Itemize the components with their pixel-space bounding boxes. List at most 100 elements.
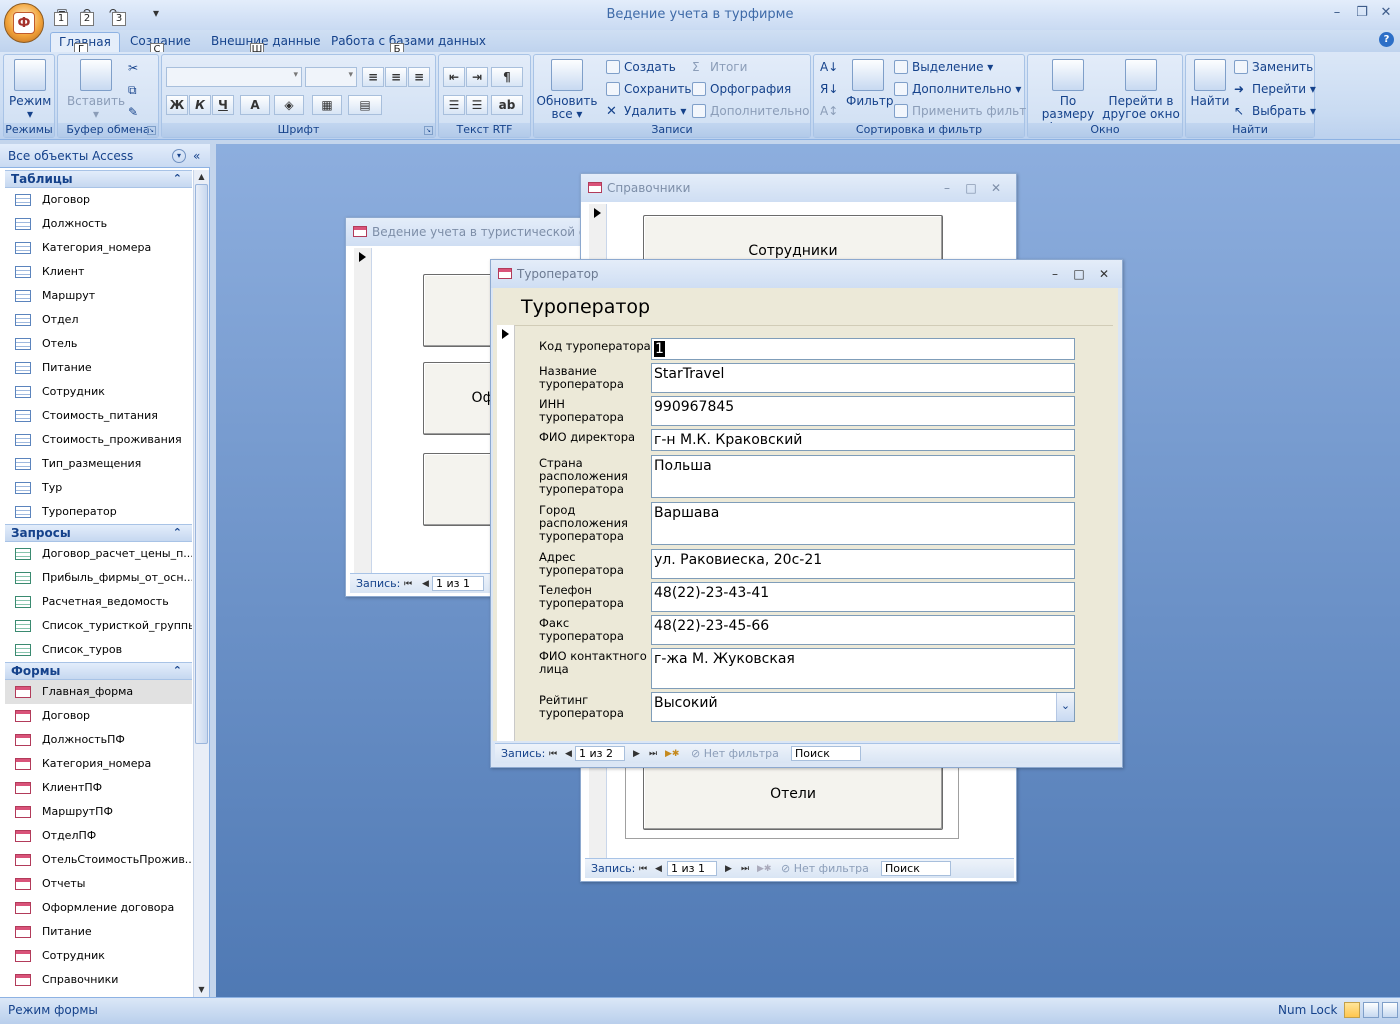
maximize-icon[interactable]: □ bbox=[963, 174, 979, 202]
nav-group-header[interactable]: Формы ⌃ bbox=[5, 662, 192, 680]
nav-item-table[interactable]: Тип_размещения bbox=[5, 452, 192, 476]
apply-filter-button[interactable]: Применить фильтр bbox=[894, 102, 1034, 120]
nav-item-form[interactable]: Категория_номера bbox=[5, 752, 192, 776]
chevron-down-icon[interactable]: ▾ bbox=[172, 149, 186, 163]
maximize-icon[interactable]: □ bbox=[1071, 260, 1087, 288]
scroll-down-icon[interactable]: ▼ bbox=[194, 983, 209, 997]
scroll-thumb[interactable] bbox=[195, 184, 208, 744]
nav-item-table[interactable]: Стоимость_питания bbox=[5, 404, 192, 428]
nav-item-query[interactable]: Прибыль_фирмы_от_осн... bbox=[5, 566, 192, 590]
clear-sort-icon[interactable]: A↕ bbox=[820, 102, 838, 120]
italic-button[interactable]: К bbox=[189, 95, 211, 115]
sort-ascending-icon[interactable]: A↓ bbox=[820, 58, 838, 76]
delete-record-button[interactable]: ✕ Удалить ▾ bbox=[606, 102, 686, 120]
nav-item-form[interactable]: ОтельСтоимостьПрожив... bbox=[5, 848, 192, 872]
font-name-combo[interactable] bbox=[166, 67, 302, 87]
form-view-icon[interactable] bbox=[1344, 1002, 1360, 1018]
field-input[interactable]: ул. Раковиеска, 20с-21 bbox=[651, 549, 1075, 579]
view-mode-button[interactable]: Режим ▾ bbox=[9, 59, 51, 121]
prev-record-icon[interactable]: ◀ bbox=[422, 575, 429, 593]
text-direction-icon[interactable]: ¶ bbox=[491, 67, 523, 87]
field-input[interactable]: г-жа М. Жуковская bbox=[651, 648, 1075, 689]
collapse-group-icon[interactable]: ⌃ bbox=[173, 525, 182, 541]
record-selector[interactable] bbox=[497, 325, 515, 741]
font-launcher-icon[interactable]: ↘ bbox=[424, 126, 433, 135]
collapse-pane-icon[interactable]: « bbox=[193, 144, 200, 168]
format-painter-icon[interactable]: ✎ bbox=[128, 103, 138, 121]
help-icon[interactable]: ? bbox=[1379, 32, 1394, 47]
nav-item-table[interactable]: Стоимость_проживания bbox=[5, 428, 192, 452]
last-record-icon[interactable]: ⏭ bbox=[649, 745, 657, 763]
font-size-combo[interactable] bbox=[305, 67, 357, 87]
nav-item-form[interactable]: Сотрудник bbox=[5, 944, 192, 968]
chevron-down-icon[interactable]: ⌄ bbox=[1056, 693, 1074, 721]
alt-row-color-icon[interactable]: ▤ bbox=[348, 95, 382, 115]
nav-item-table[interactable]: Категория_номера bbox=[5, 236, 192, 260]
nav-item-form[interactable]: ДолжностьПФ bbox=[5, 728, 192, 752]
bullets-icon[interactable]: ☰ bbox=[466, 95, 488, 115]
prev-record-icon[interactable]: ◀ bbox=[565, 745, 572, 763]
no-filter-indicator[interactable]: ⊘ Нет фильтра bbox=[691, 745, 779, 763]
clipboard-launcher-icon[interactable]: ↘ bbox=[147, 126, 156, 135]
first-record-icon[interactable]: ⏮ bbox=[549, 745, 557, 763]
nav-item-form[interactable]: МаршрутПФ bbox=[5, 800, 192, 824]
field-input[interactable]: Польша bbox=[651, 455, 1075, 498]
minimize-icon[interactable]: – bbox=[939, 174, 955, 202]
nav-item-query[interactable]: Список_туристкой_группы bbox=[5, 614, 192, 638]
nav-item-table[interactable]: Отдел bbox=[5, 308, 192, 332]
close-icon[interactable]: ✕ bbox=[1096, 260, 1112, 288]
nav-group-header[interactable]: Запросы ⌃ bbox=[5, 524, 192, 542]
nav-item-table[interactable]: Маршрут bbox=[5, 284, 192, 308]
field-input[interactable]: 1 bbox=[651, 338, 1075, 360]
next-record-icon[interactable]: ▶ bbox=[633, 745, 640, 763]
new-record-icon[interactable]: ▶✱ bbox=[665, 745, 679, 763]
refresh-all-button[interactable]: Обновить все ▾ bbox=[536, 59, 598, 121]
tab-database-tools[interactable]: Работа с базами данных bbox=[323, 32, 494, 52]
nav-item-form[interactable]: Главная_форма bbox=[5, 680, 192, 704]
nav-item-form[interactable]: Договор bbox=[5, 704, 192, 728]
nav-item-form[interactable]: Питание bbox=[5, 920, 192, 944]
close-icon[interactable]: ✕ bbox=[1378, 5, 1394, 20]
new-record-icon[interactable]: ▶✱ bbox=[757, 860, 771, 878]
nav-item-table[interactable]: Туроператор bbox=[5, 500, 192, 524]
no-filter-indicator[interactable]: ⊘ Нет фильтра bbox=[781, 860, 869, 878]
search-input[interactable]: Поиск bbox=[881, 861, 951, 876]
more-records-button[interactable]: Дополнительно ▾ bbox=[692, 102, 819, 120]
font-color-button[interactable]: А bbox=[240, 95, 270, 115]
replace-button[interactable]: Заменить bbox=[1234, 58, 1313, 76]
design-view-icon[interactable] bbox=[1382, 1002, 1398, 1018]
nav-item-form[interactable]: Отчеты bbox=[5, 872, 192, 896]
align-center-icon[interactable]: ≡ bbox=[385, 67, 407, 87]
goto-button[interactable]: ➜ Перейти ▾ bbox=[1234, 80, 1316, 98]
nav-item-table[interactable]: Питание bbox=[5, 356, 192, 380]
bold-button[interactable]: Ж bbox=[166, 95, 188, 115]
nav-item-form[interactable]: Справочники bbox=[5, 968, 192, 992]
nav-item-query[interactable]: Список_туров bbox=[5, 638, 192, 662]
cut-icon[interactable]: ✂ bbox=[128, 59, 138, 77]
nav-item-table[interactable]: Отель bbox=[5, 332, 192, 356]
decrease-indent-icon[interactable]: ⇤ bbox=[443, 67, 465, 87]
underline-button[interactable]: Ч bbox=[212, 95, 234, 115]
nav-scrollbar[interactable]: ▲ ▼ bbox=[193, 170, 209, 997]
select-button[interactable]: ↖ Выбрать ▾ bbox=[1234, 102, 1316, 120]
create-record-button[interactable]: Создать bbox=[606, 58, 676, 76]
nav-pane-header[interactable]: Все объекты Access ▾ « bbox=[0, 144, 210, 168]
layout-view-icon[interactable] bbox=[1363, 1002, 1379, 1018]
record-selector[interactable] bbox=[354, 248, 372, 573]
collapse-group-icon[interactable]: ⌃ bbox=[173, 663, 182, 679]
field-input[interactable]: г-н М.К. Краковский bbox=[651, 429, 1075, 451]
nav-item-table[interactable]: Клиент bbox=[5, 260, 192, 284]
advanced-filter-button[interactable]: Дополнительно ▾ bbox=[894, 80, 1021, 98]
search-input[interactable]: Поиск bbox=[791, 746, 861, 761]
nav-item-query[interactable]: Договор_расчет_цены_п... bbox=[5, 542, 192, 566]
nav-item-table[interactable]: Договор bbox=[5, 188, 192, 212]
nav-item-form[interactable]: ОтделПФ bbox=[5, 824, 192, 848]
nav-item-table[interactable]: Сотрудник bbox=[5, 380, 192, 404]
nav-item-form[interactable]: КлиентПФ bbox=[5, 776, 192, 800]
rating-combo[interactable]: Высокий ⌄ bbox=[651, 692, 1075, 722]
highlight-icon[interactable]: ab bbox=[491, 95, 523, 115]
nav-item-form[interactable]: Оформление договора bbox=[5, 896, 192, 920]
collapse-group-icon[interactable]: ⌃ bbox=[173, 171, 182, 187]
restore-icon[interactable]: ❐ bbox=[1354, 5, 1370, 20]
nav-item-table[interactable]: Должность bbox=[5, 212, 192, 236]
